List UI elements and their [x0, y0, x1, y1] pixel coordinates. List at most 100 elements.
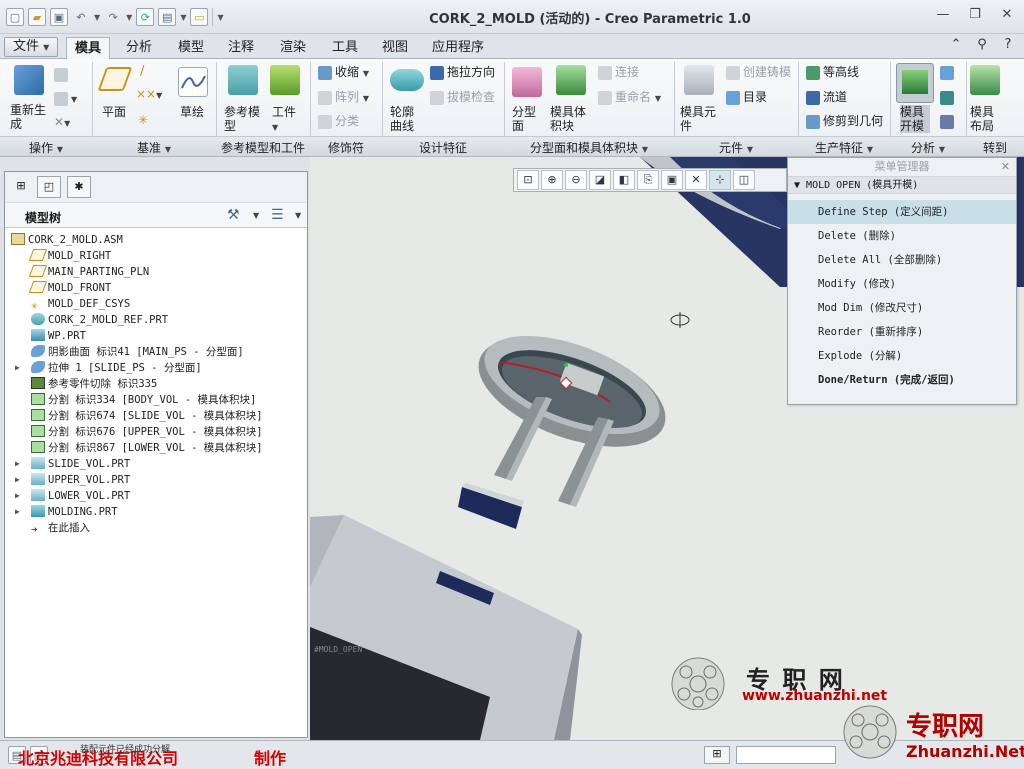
- tree-expand-icon[interactable]: ▶: [15, 472, 20, 488]
- outline-curve-icon[interactable]: [390, 69, 424, 91]
- tree-row[interactable]: ✳ MOLD_DEF_CSYS: [5, 296, 307, 312]
- workpiece-button[interactable]: 工件 ▼: [272, 105, 302, 135]
- undo-dropdown-icon[interactable]: ▼: [94, 13, 100, 22]
- parting-surface-icon[interactable]: [512, 67, 542, 97]
- tree-row[interactable]: ▶ 拉伸 1 [SLIDE_PS - 分型面]: [5, 360, 307, 376]
- minimize-button[interactable]: —: [934, 6, 952, 24]
- display-style-icon[interactable]: ◧: [613, 170, 635, 190]
- mold-volume-button[interactable]: 模具体积块: [550, 105, 586, 133]
- tab-view[interactable]: 视图: [374, 37, 416, 59]
- tree-columns-dropdown-icon[interactable]: ▼: [295, 211, 301, 220]
- tab-file[interactable]: 文件 ▼: [4, 37, 59, 57]
- menu-item-define-step[interactable]: Define Step (定义间距): [788, 200, 1016, 224]
- tab-tools[interactable]: 工具: [324, 37, 366, 59]
- parting-surface-button[interactable]: 分型面: [512, 105, 538, 133]
- status-filter-icon[interactable]: ⊞: [704, 746, 730, 764]
- axis-icon[interactable]: /: [140, 65, 144, 79]
- tree-expand-icon[interactable]: ▶: [15, 488, 20, 504]
- tree-row[interactable]: ➔ 在此插入: [5, 520, 307, 536]
- regenerate-icon[interactable]: ⟳: [136, 8, 155, 26]
- tree-row[interactable]: WP.PRT: [5, 328, 307, 344]
- mold-open-button[interactable]: 模具开模: [900, 105, 930, 133]
- saved-views-icon[interactable]: ⎘: [637, 170, 659, 190]
- close-window-icon[interactable]: ▭: [190, 8, 209, 26]
- tree-row[interactable]: CORK_2_MOLD_REF.PRT: [5, 312, 307, 328]
- menu-manager-close-icon[interactable]: ✕: [1001, 158, 1010, 176]
- tree-row[interactable]: MOLD_FRONT: [5, 280, 307, 296]
- sketch-icon[interactable]: [178, 67, 208, 97]
- minimize-ribbon-icon[interactable]: ⌃: [948, 37, 964, 53]
- restore-button[interactable]: ❐: [966, 6, 984, 24]
- workpiece-icon[interactable]: [270, 65, 300, 95]
- copy-icon[interactable]: [54, 67, 71, 82]
- tab-analysis[interactable]: 分析: [118, 37, 160, 59]
- mold-component-icon[interactable]: [684, 65, 714, 95]
- refit-icon[interactable]: ⊡: [517, 170, 539, 190]
- redo-icon[interactable]: ↷: [104, 8, 122, 26]
- tree-row[interactable]: 参考零件切除 标识335: [5, 376, 307, 392]
- tree-settings-icon[interactable]: ⚒: [227, 207, 240, 223]
- tab-mold[interactable]: 模具: [66, 37, 111, 60]
- menu-manager-header[interactable]: ▼ MOLD OPEN (模具开模): [788, 176, 1016, 194]
- mold-component-button[interactable]: 模具元件: [680, 105, 716, 133]
- undo-icon[interactable]: ↶: [72, 8, 90, 26]
- mold-open-icon[interactable]: [896, 63, 934, 103]
- tree-settings-dropdown-icon[interactable]: ▼: [253, 211, 259, 220]
- tree-row[interactable]: 分割 标识867 [LOWER_VOL - 模具体积块]: [5, 440, 307, 456]
- close-button[interactable]: ✕: [998, 6, 1016, 24]
- sketch-button[interactable]: 草绘: [180, 105, 204, 119]
- tree-row[interactable]: MAIN_PARTING_PLN: [5, 264, 307, 280]
- search-icon[interactable]: ⚲: [974, 37, 990, 53]
- analysis-icon-3[interactable]: [940, 114, 957, 129]
- menu-item-modify[interactable]: Modify (修改): [788, 272, 1016, 296]
- mold-layout-button[interactable]: 模具布局: [970, 105, 1000, 133]
- analysis-icon-2[interactable]: [940, 90, 957, 105]
- group-operations[interactable]: 操作 ▼: [0, 139, 92, 156]
- runner-button[interactable]: 流道: [806, 90, 847, 105]
- tree-row[interactable]: CORK_2_MOLD.ASM: [5, 232, 307, 248]
- tree-expand-icon[interactable]: ▶: [15, 504, 20, 520]
- menu-item-explode[interactable]: Explode (分解): [788, 344, 1016, 368]
- tree-row[interactable]: 阴影曲面 标识41 [MAIN_PS - 分型面]: [5, 344, 307, 360]
- tree-row[interactable]: ▶ MOLDING.PRT: [5, 504, 307, 520]
- menu-item-delete[interactable]: Delete (删除): [788, 224, 1016, 248]
- datum-display-icon[interactable]: ✕: [685, 170, 707, 190]
- windows-icon[interactable]: ▤: [158, 8, 177, 26]
- windows-dropdown-icon[interactable]: ▼: [180, 13, 186, 22]
- help-icon[interactable]: ?: [1000, 37, 1016, 53]
- tree-row[interactable]: ▶ LOWER_VOL.PRT: [5, 488, 307, 504]
- tab-annotate[interactable]: 注释: [220, 37, 262, 59]
- shrink-button[interactable]: 收缩 ▼: [318, 65, 369, 81]
- csys-icon[interactable]: ✳: [138, 113, 148, 127]
- tree-row[interactable]: ▶ SLIDE_VOL.PRT: [5, 456, 307, 472]
- tree-row[interactable]: MOLD_RIGHT: [5, 248, 307, 264]
- annotation-display-icon[interactable]: ◫: [733, 170, 755, 190]
- group-production[interactable]: 生产特征 ▼: [798, 139, 890, 156]
- save-icon[interactable]: ▣: [50, 8, 68, 26]
- paste-icon[interactable]: ▼: [54, 91, 77, 107]
- regenerate-button[interactable]: 重新生成: [10, 103, 50, 131]
- ref-model-icon[interactable]: [228, 65, 258, 95]
- directory-button[interactable]: 目录: [726, 90, 767, 105]
- new-file-icon[interactable]: ▢: [6, 8, 24, 26]
- group-datum[interactable]: 基准 ▼: [92, 139, 216, 156]
- tree-expand-icon[interactable]: ▶: [15, 456, 20, 472]
- plane-icon[interactable]: [97, 67, 133, 91]
- menu-item-reorder[interactable]: Reorder (重新排序): [788, 320, 1016, 344]
- status-filter-dropdown[interactable]: [736, 746, 836, 764]
- spin-center-icon[interactable]: ⊹: [709, 170, 731, 190]
- tree-row[interactable]: 分割 标识674 [SLIDE_VOL - 模具体积块]: [5, 408, 307, 424]
- outline-curve-button[interactable]: 轮廓曲线: [390, 105, 420, 133]
- trim-to-geom-button[interactable]: 修剪到几何: [806, 114, 883, 129]
- open-folder-icon[interactable]: ▰: [28, 8, 46, 26]
- mold-volume-icon[interactable]: [556, 65, 586, 95]
- menu-item-mod-dim[interactable]: Mod Dim (修改尺寸): [788, 296, 1016, 320]
- tree-row[interactable]: ▶ UPPER_VOL.PRT: [5, 472, 307, 488]
- plane-button[interactable]: 平面: [102, 105, 126, 119]
- delete-icon[interactable]: ✕▼: [54, 115, 70, 131]
- tab-render[interactable]: 渲染: [272, 37, 314, 59]
- regenerate-icon[interactable]: [14, 65, 44, 95]
- repaint-icon[interactable]: ◪: [589, 170, 611, 190]
- group-parting[interactable]: 分型面和模具体积块 ▼: [504, 139, 674, 156]
- model-tree-tab-icon[interactable]: ⊞: [9, 176, 33, 198]
